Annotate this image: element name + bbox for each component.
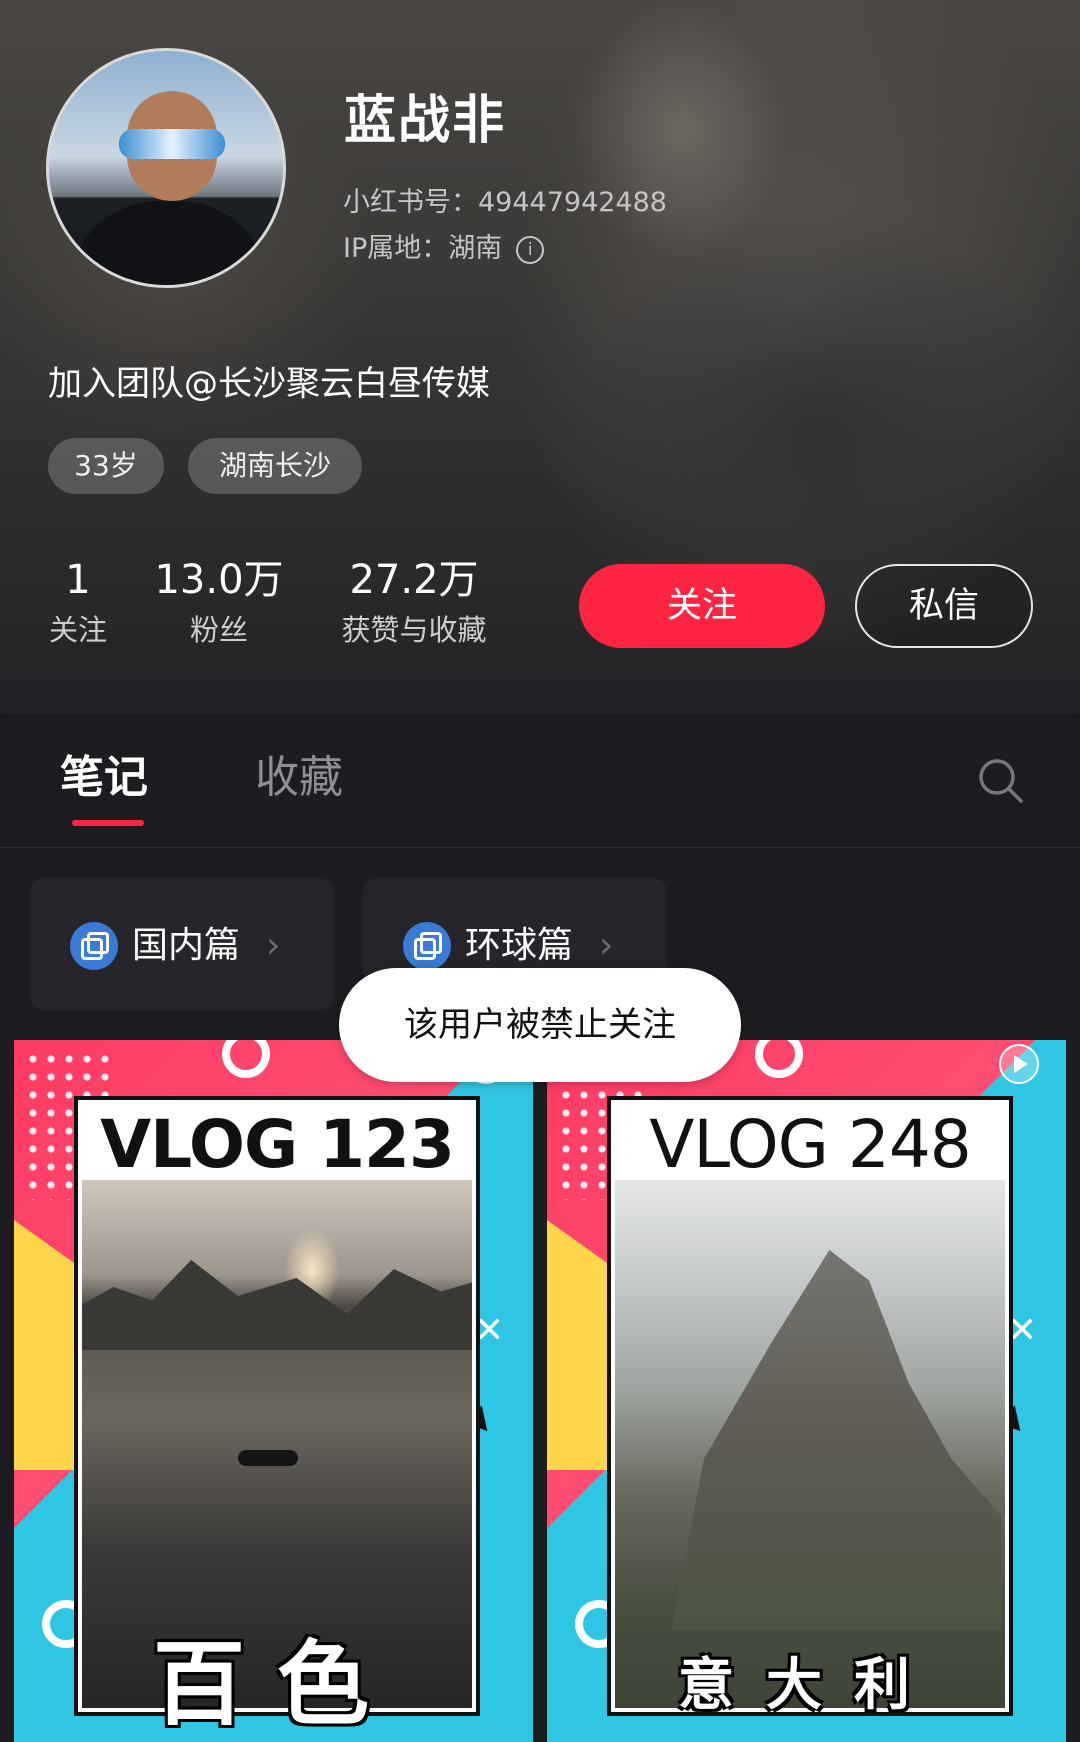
collection-icon [403, 922, 451, 970]
note-cover-frame: VLOG 248 意大利 [607, 1096, 1013, 1718]
note-card[interactable]: ✕ VLOG 248 意大利 [547, 1040, 1066, 1742]
active-tab-indicator [72, 820, 144, 826]
ip-location-text: IP属地：湖南 [343, 233, 503, 264]
likes-stat[interactable]: 27.2万 获赞与收藏 [330, 556, 498, 650]
tab-divider [0, 847, 1080, 848]
collection-label: 国内篇 [132, 925, 241, 966]
followers-stat[interactable]: 13.0万 粉丝 [154, 556, 284, 650]
toast-message: 该用户被禁止关注 [339, 968, 741, 1082]
collection-domestic[interactable]: 国内篇 › [30, 878, 334, 1010]
location-tag: 湖南长沙 [188, 438, 362, 494]
avatar-jacket [69, 201, 269, 285]
profile-name: 蓝战非 [344, 91, 507, 151]
follow-button[interactable]: 关注 [579, 564, 825, 648]
followers-count: 13.0万 [154, 557, 284, 603]
profile-bio: 加入团队@长沙聚云白昼传媒 [48, 364, 490, 404]
note-title: VLOG 248 [649, 1106, 972, 1183]
note-cover-frame: VLOG 123 百色 [74, 1096, 480, 1738]
decor-ring [222, 1040, 270, 1078]
collection-icon [70, 922, 118, 970]
note-title: VLOG 123 [100, 1106, 455, 1183]
following-stat[interactable]: 1 关注 [40, 556, 116, 650]
note-subtitle: 百色 [152, 1631, 401, 1738]
play-icon [999, 1044, 1039, 1084]
search-icon[interactable] [976, 756, 1026, 806]
tab-notes[interactable]: 笔记 [60, 746, 148, 810]
following-count: 1 [65, 557, 91, 603]
following-label: 关注 [48, 613, 107, 647]
collection-label: 环球篇 [465, 925, 574, 966]
avatar[interactable] [46, 48, 286, 288]
avatar-sunglasses [119, 129, 225, 159]
note-card[interactable]: ✕ VLOG 123 百色 [14, 1040, 533, 1742]
note-subtitle: 意大利 [678, 1653, 942, 1718]
message-button[interactable]: 私信 [855, 564, 1033, 648]
decor-ring [755, 1040, 803, 1078]
profile-id: 小红书号：49447942488 [343, 187, 667, 218]
followers-label: 粉丝 [189, 613, 248, 647]
likes-label: 获赞与收藏 [341, 613, 487, 647]
ip-location: IP属地：湖南 i [343, 226, 545, 265]
chevron-right-icon: › [599, 925, 614, 966]
likes-count: 27.2万 [349, 557, 479, 603]
age-tag: 33岁 [48, 438, 164, 494]
tab-saved[interactable]: 收藏 [255, 746, 343, 810]
chevron-right-icon: › [266, 925, 281, 966]
info-icon[interactable]: i [516, 235, 545, 264]
cover-boat [238, 1450, 298, 1466]
